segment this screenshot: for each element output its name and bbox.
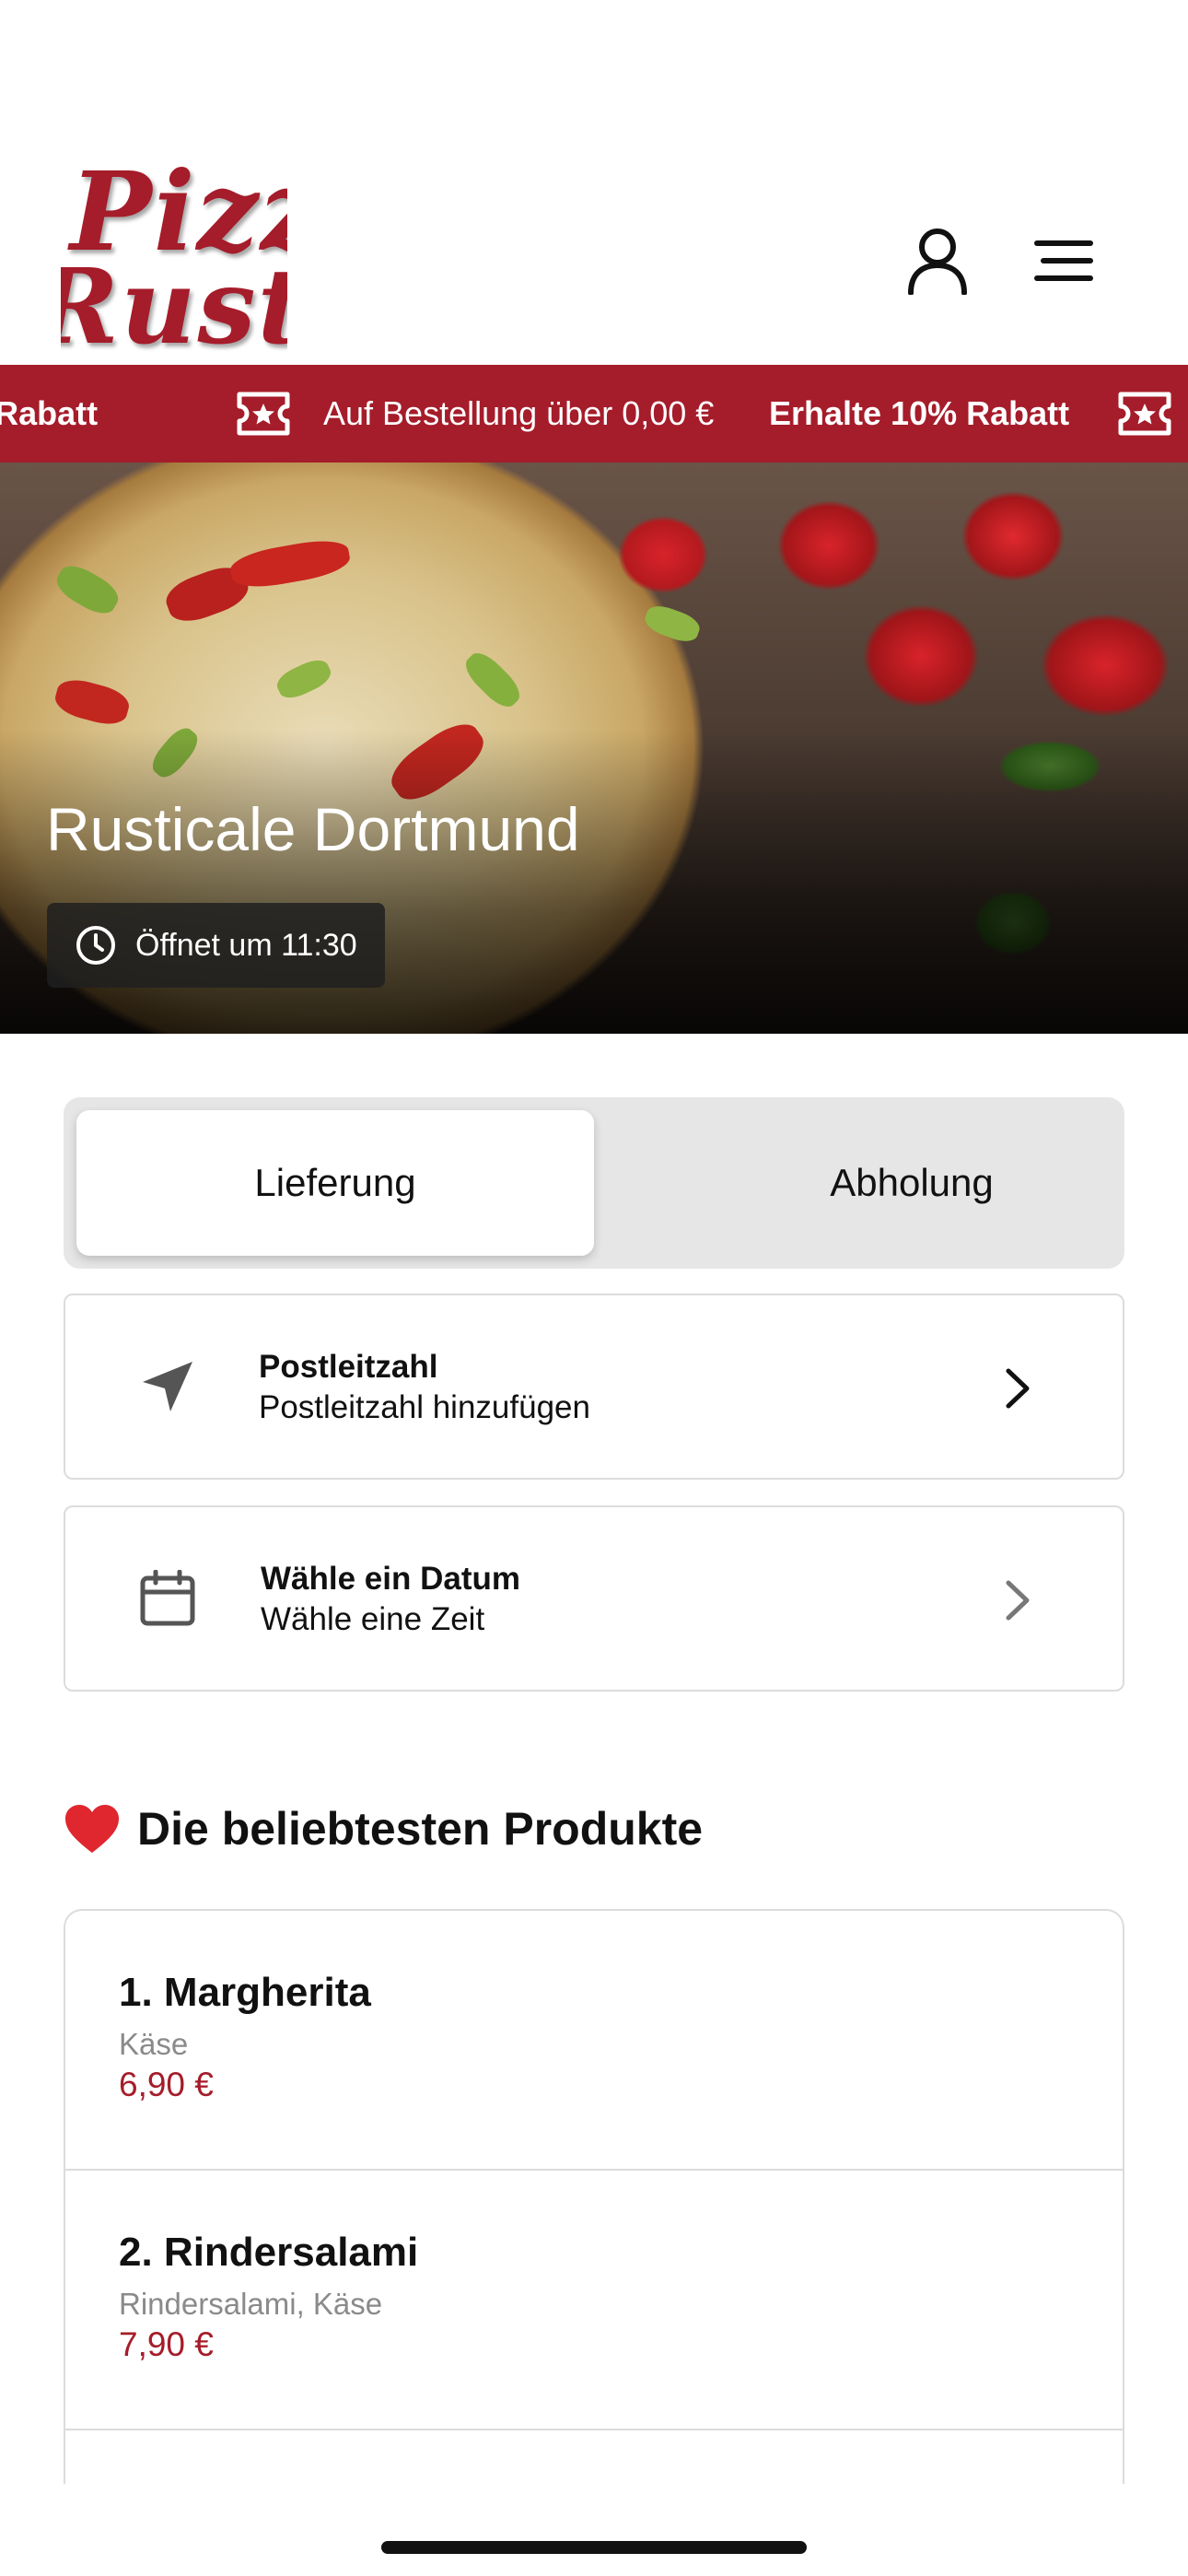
tab-pickup[interactable]: Abholung <box>653 1110 1171 1256</box>
date-time-card[interactable]: Wähle ein Datum Wähle eine Zeit <box>64 1505 1124 1692</box>
home-indicator[interactable] <box>381 2541 807 2554</box>
product-description: Rindersalami, Käse <box>119 2287 383 2321</box>
product-description: Käse <box>119 2027 189 2061</box>
ticker-item: Auf Bestellung über 0,00 € <box>323 394 715 432</box>
product-item[interactable]: 1. Margherita Käse 6,90 € <box>65 1911 1123 2171</box>
hero-image-detail <box>51 558 124 621</box>
logo-line-2: Rustica <box>61 247 287 357</box>
opening-hours-badge: Öffnet um 11:30 <box>47 903 385 988</box>
clock-icon <box>76 926 115 965</box>
user-icon <box>908 228 967 295</box>
ticket-icon <box>237 392 290 436</box>
header: Pizza Rustica <box>0 0 1188 365</box>
logo[interactable]: Pizza Rustica <box>61 147 287 357</box>
product-price: 6,90 € <box>119 2066 214 2103</box>
date-subtitle: Wähle eine Zeit <box>261 1601 485 1637</box>
product-item[interactable]: 2. Rindersalami Rindersalami, Käse 7,90 … <box>65 2171 1123 2430</box>
order-mode-toggle: Lieferung Abholung <box>64 1097 1124 1269</box>
chevron-right-icon <box>1006 1580 1030 1621</box>
menu-button[interactable] <box>1024 221 1103 300</box>
popular-products-heading: Die beliebtesten Produkte <box>64 1797 703 1861</box>
postcode-title: Postleitzahl <box>259 1349 438 1385</box>
postcode-subtitle: Postleitzahl hinzufügen <box>259 1389 590 1425</box>
product-name: 1. Margherita <box>119 1970 371 2015</box>
promo-ticker: Erhalte 10% Rabatt Auf Bestellung über 0… <box>0 365 1188 463</box>
location-arrow-icon <box>134 1352 202 1421</box>
calendar-icon <box>134 1564 202 1633</box>
hero-image-detail <box>227 535 353 592</box>
product-name: 2. Rindersalami <box>119 2230 419 2275</box>
ticker-item: Erhalte 10% Rabatt <box>769 394 1070 432</box>
popular-products-title: Die beliebtesten Produkte <box>137 1803 704 1855</box>
account-button[interactable] <box>898 221 977 300</box>
hero-image-detail <box>273 654 335 704</box>
hero-image-detail <box>641 601 704 647</box>
tab-delivery[interactable]: Lieferung <box>76 1110 594 1256</box>
ticker-item: Erhalte 10% Rabatt <box>0 394 99 432</box>
hero-image-detail <box>459 646 527 714</box>
date-title: Wähle ein Datum <box>261 1561 520 1597</box>
postcode-card[interactable]: Postleitzahl Postleitzahl hinzufügen <box>64 1294 1124 1480</box>
chevron-right-icon <box>1006 1368 1030 1409</box>
product-price: 7,90 € <box>119 2325 214 2363</box>
ticket-icon <box>1118 392 1171 436</box>
product-list: 1. Margherita Käse 6,90 € 2. Rindersalam… <box>64 1909 1124 2576</box>
opening-hours-text: Öffnet um 11:30 <box>135 927 357 963</box>
menu-icon <box>1034 240 1093 281</box>
hero-image-detail <box>52 674 133 730</box>
restaurant-name: Rusticale Dortmund <box>46 795 580 863</box>
hero-banner: Rusticale Dortmund Öffnet um 11:30 <box>0 463 1188 1034</box>
heart-icon <box>65 1805 119 1853</box>
